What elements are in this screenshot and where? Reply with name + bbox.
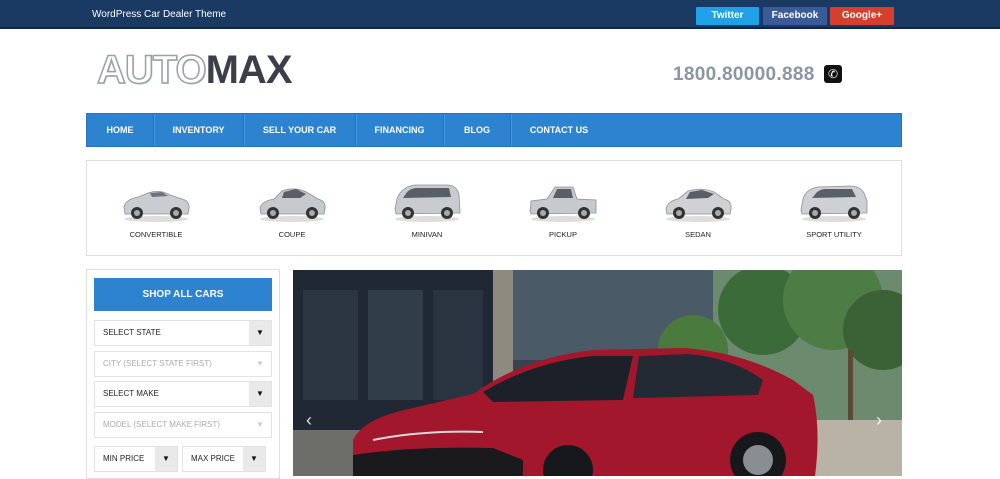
model-dropdown[interactable]: MODEL (SELECT MAKE FIRST) ▼: [94, 412, 272, 438]
top-bar: WordPress Car Dealer Theme Twitter Faceb…: [0, 0, 1000, 29]
phone-number: 1800.80000.888: [673, 64, 815, 85]
select-make-dropdown[interactable]: SELECT MAKE ▼: [94, 381, 272, 407]
site-tagline: WordPress Car Dealer Theme: [92, 9, 227, 20]
min-price-label: MIN PRICE: [103, 454, 145, 463]
caret-down-icon: ▼: [249, 382, 271, 406]
coupe-car-icon: [259, 188, 326, 222]
nav-blog[interactable]: BLOG: [444, 114, 511, 146]
city-label: CITY (SELECT STATE FIRST): [103, 359, 212, 368]
body-type-label: MINIVAN: [411, 230, 443, 239]
logo-auto: AUTO: [96, 47, 207, 93]
sedan-car-icon: [665, 188, 732, 222]
body-type-label: COUPE: [278, 230, 306, 239]
caret-down-icon: ▼: [249, 352, 271, 376]
body-type-label: SEDAN: [685, 230, 711, 239]
minivan-icon: [394, 184, 461, 222]
facebook-button[interactable]: Facebook: [763, 7, 827, 25]
body-type-panel: CONVERTIBLE COUPE MINIVAN PICKUP SEDAN S…: [86, 160, 902, 256]
chevron-left-icon[interactable]: ‹: [306, 410, 312, 431]
nav-sell-your-car[interactable]: SELL YOUR CAR: [244, 114, 356, 146]
body-type-label: CONVERTIBLE: [129, 230, 183, 239]
caret-down-icon: ▼: [249, 413, 271, 437]
max-price-label: MAX PRICE: [191, 454, 236, 463]
body-type-sedan[interactable]: SEDAN: [643, 179, 753, 239]
nav-inventory[interactable]: INVENTORY: [154, 114, 244, 146]
body-type-label: SPORT UTILITY: [806, 230, 862, 239]
max-price-dropdown[interactable]: MAX PRICE ▼: [182, 446, 266, 472]
body-type-sport-utility[interactable]: SPORT UTILITY: [779, 179, 889, 239]
select-state-dropdown[interactable]: SELECT STATE ▼: [94, 320, 272, 346]
body-type-convertible[interactable]: CONVERTIBLE: [101, 179, 211, 239]
nav-financing[interactable]: FINANCING: [356, 114, 444, 146]
min-price-dropdown[interactable]: MIN PRICE ▼: [94, 446, 178, 472]
model-label: MODEL (SELECT MAKE FIRST): [103, 420, 220, 429]
nav-contact-us[interactable]: CONTACT US: [511, 114, 607, 146]
hero-car-image: [293, 270, 902, 476]
body-type-coupe[interactable]: COUPE: [237, 179, 347, 239]
body-type-label: PICKUP: [549, 230, 577, 239]
shop-all-cars-button[interactable]: SHOP ALL CARS: [94, 278, 272, 311]
search-sidebar: SHOP ALL CARS SELECT STATE ▼ CITY (SELEC…: [86, 269, 280, 479]
select-state-label: SELECT STATE: [103, 328, 161, 337]
phone-icon: ✆: [824, 65, 842, 83]
hero-slider[interactable]: ‹ ›: [293, 270, 902, 476]
caret-down-icon: ▼: [249, 321, 271, 345]
twitter-button[interactable]: Twitter: [696, 7, 759, 25]
select-make-label: SELECT MAKE: [103, 389, 159, 398]
main-navigation: HOME INVENTORY SELL YOUR CAR FINANCING B…: [86, 113, 902, 147]
suv-icon: [800, 185, 868, 222]
caret-down-icon: ▼: [155, 447, 177, 471]
chevron-right-icon[interactable]: ›: [876, 410, 882, 431]
google-plus-button[interactable]: Google+: [830, 7, 894, 25]
body-type-minivan[interactable]: MINIVAN: [372, 179, 482, 239]
convertible-car-icon: [123, 191, 190, 222]
city-dropdown[interactable]: CITY (SELECT STATE FIRST) ▼: [94, 351, 272, 377]
logo-max: MAX: [205, 48, 293, 92]
caret-down-icon: ▼: [243, 447, 265, 471]
nav-home[interactable]: HOME: [87, 114, 154, 146]
site-logo[interactable]: AUTOMAX: [96, 47, 293, 93]
body-type-pickup[interactable]: PICKUP: [508, 179, 618, 239]
pickup-truck-icon: [529, 186, 597, 222]
